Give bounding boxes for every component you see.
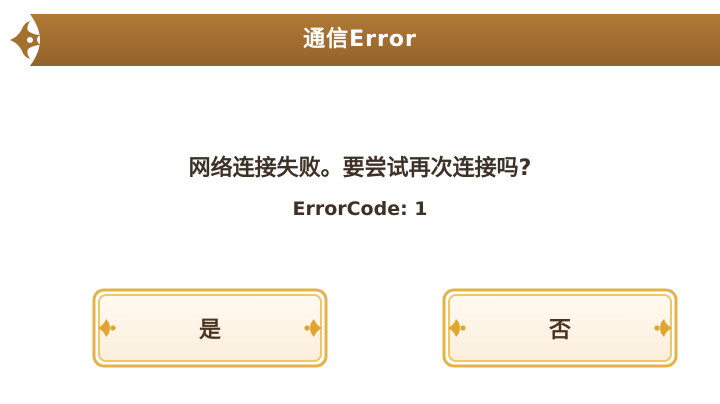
no-button-label: 否 [548, 318, 571, 343]
no-button[interactable]: 否 [442, 288, 678, 368]
dialog-title: 通信Error [303, 27, 417, 52]
yes-button-label: 是 [198, 318, 221, 343]
title-bar: 通信Error [0, 0, 720, 80]
yes-button[interactable]: 是 [92, 288, 328, 368]
error-message: 网络连接失败。要尝试再次连接吗? [188, 156, 532, 181]
error-code: ErrorCode: 1 [292, 198, 428, 220]
error-dialog: 通信Error 网络连接失败。要尝试再次连接吗? ErrorCode: 1 是 [0, 0, 720, 404]
